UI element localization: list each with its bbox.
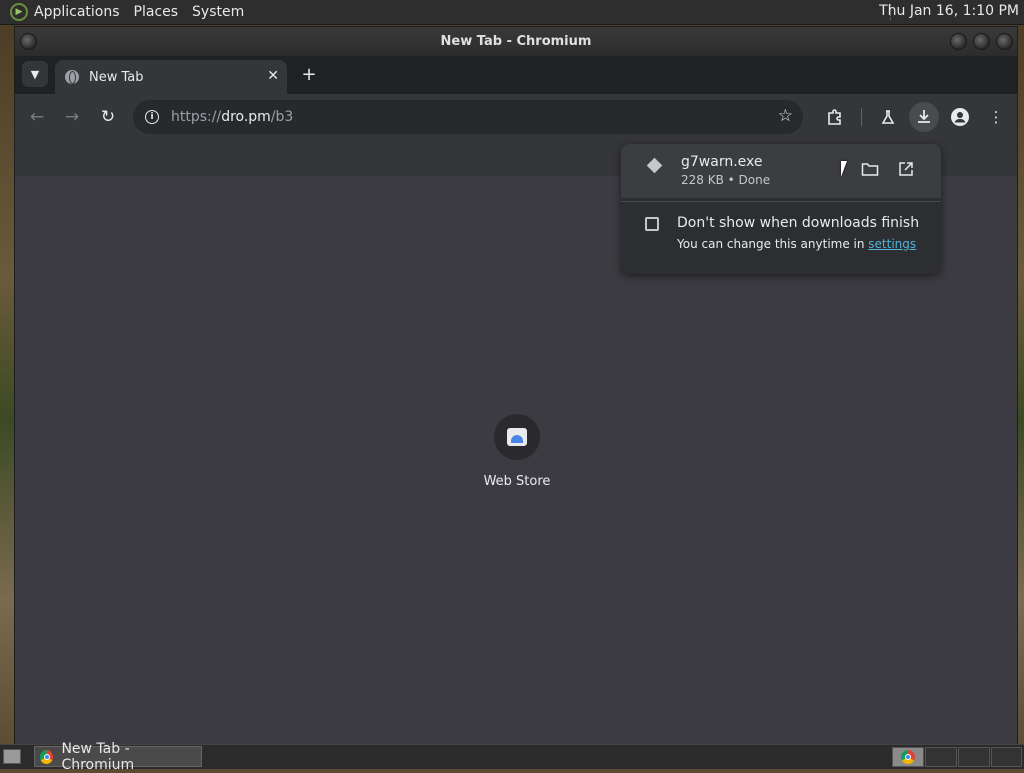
download-file-name: g7warn.exe — [681, 154, 763, 170]
address-url[interactable]: https://dro.pm/b3 — [171, 109, 293, 125]
profile-button[interactable] — [945, 102, 975, 132]
window-title: New Tab - Chromium — [440, 34, 592, 49]
taskbar-item-chromium[interactable]: New Tab - Chromium — [34, 741, 202, 773]
settings-hint-text: You can change this anytime in — [677, 237, 869, 251]
back-button[interactable]: ← — [23, 103, 51, 131]
show-desktop-icon[interactable] — [3, 749, 21, 764]
menu-applications[interactable]: Applications — [34, 4, 120, 20]
kebab-menu-icon: ⋮ — [988, 108, 1004, 126]
tab-search-button[interactable]: ▼ — [22, 61, 48, 87]
reload-button[interactable]: ↻ — [94, 103, 122, 131]
browser-menu-button[interactable]: ⋮ — [981, 102, 1011, 132]
arrow-left-icon: ← — [29, 107, 45, 127]
web-store-icon — [507, 428, 527, 446]
globe-icon — [65, 70, 79, 84]
maximize-button[interactable] — [973, 33, 990, 50]
arrow-right-icon: → — [64, 107, 80, 127]
top-panel: ▶ Applications Places System Thu Jan 16,… — [0, 0, 1024, 25]
open-file-button[interactable] — [893, 156, 919, 182]
forward-button[interactable]: → — [58, 103, 86, 131]
new-tab-button[interactable]: + — [297, 62, 321, 86]
minimize-button[interactable] — [950, 33, 967, 50]
tab-title: New Tab — [89, 69, 144, 85]
chevron-down-icon: ▼ — [30, 67, 40, 81]
dont-show-label[interactable]: Don't show when downloads finish — [677, 215, 919, 231]
menu-system[interactable]: System — [192, 4, 244, 20]
bubble-divider — [621, 201, 941, 202]
shortcut-label: Web Store — [483, 474, 551, 489]
tab-strip: ▼ New Tab ✕ + — [15, 56, 1017, 94]
download-status: 228 KB • Done — [681, 173, 771, 187]
download-item[interactable]: g7warn.exe 228 KB • Done — [621, 144, 941, 198]
chromium-icon — [40, 749, 54, 764]
shortcut-web-store[interactable]: Web Store — [475, 414, 559, 489]
flask-icon — [881, 110, 895, 124]
url-scheme: https:// — [171, 109, 222, 125]
settings-link[interactable]: settings — [868, 237, 916, 251]
puzzle-icon — [828, 109, 841, 125]
bottom-taskbar: New Tab - Chromium — [0, 741, 1024, 773]
file-icon — [646, 157, 663, 174]
reload-icon: ↻ — [100, 107, 116, 127]
clock[interactable]: Thu Jan 16, 1:10 PM — [879, 3, 1019, 19]
workspace-3[interactable] — [958, 747, 990, 767]
workspace-2[interactable] — [925, 747, 957, 767]
tab-close-button[interactable]: ✕ — [267, 68, 279, 84]
browser-toolbar: ← → ↻ i https://dro.pm/b3 ☆ ⋮ — [15, 94, 1017, 141]
external-link-icon — [899, 162, 913, 176]
dont-show-checkbox[interactable] — [645, 217, 659, 231]
close-window-button[interactable] — [996, 33, 1013, 50]
distro-logo-icon[interactable]: ▶ — [10, 3, 28, 21]
site-info-icon[interactable]: i — [145, 110, 159, 124]
downloads-button[interactable] — [909, 102, 939, 132]
extensions-button[interactable] — [820, 102, 850, 132]
mouse-cursor — [841, 161, 853, 177]
workspace-1[interactable] — [892, 747, 924, 767]
url-path: /b3 — [270, 109, 294, 125]
menu-places[interactable]: Places — [134, 4, 179, 20]
downloads-bubble: g7warn.exe 228 KB • Done Don't show when… — [621, 144, 941, 274]
tab-new-tab[interactable]: New Tab ✕ — [55, 60, 287, 94]
window-titlebar[interactable]: New Tab - Chromium — [15, 27, 1017, 56]
shortcut-tile — [494, 414, 540, 460]
workspace-4[interactable] — [991, 747, 1022, 767]
folder-icon — [861, 163, 879, 176]
browser-window: New Tab - Chromium ▼ New Tab ✕ + ← → ↻ i… — [14, 26, 1018, 744]
person-icon — [951, 108, 969, 126]
show-in-folder-button[interactable] — [857, 156, 883, 182]
chromium-icon — [901, 750, 915, 764]
download-icon — [918, 110, 930, 123]
toolbar-separator — [861, 108, 862, 126]
bookmark-star-icon[interactable]: ☆ — [778, 106, 793, 126]
window-menu-button[interactable] — [20, 33, 37, 50]
labs-button[interactable] — [873, 102, 903, 132]
url-host: dro.pm — [221, 109, 271, 125]
address-bar[interactable]: i https://dro.pm/b3 ☆ — [133, 100, 803, 134]
settings-hint: You can change this anytime in settings — [677, 237, 916, 251]
